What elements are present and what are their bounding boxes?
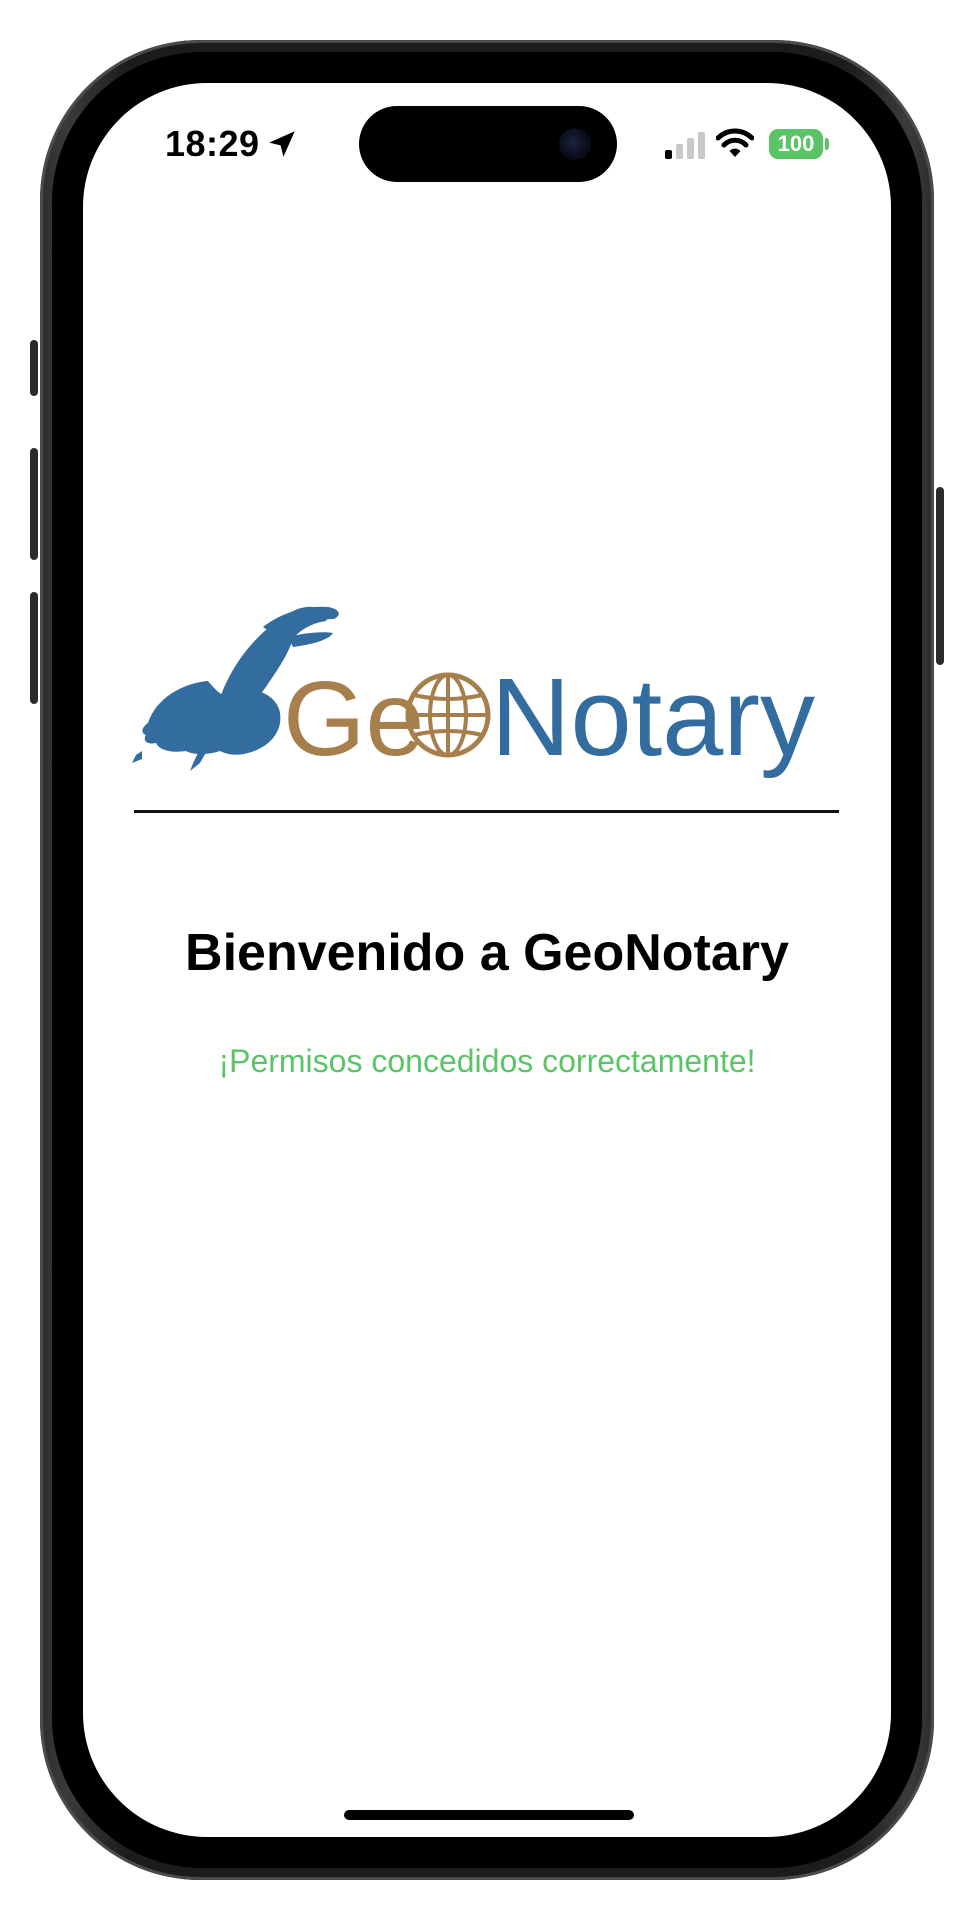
status-bar: 18:29 100 [83,83,891,203]
battery-tip [825,138,829,150]
action-button [30,340,38,396]
volume-down-button [30,592,38,704]
logo-text-geo: Ge [283,660,424,778]
geonotary-logo: Ge Notary [132,606,815,779]
volume-up-button [30,448,38,560]
globe-icon [405,672,491,758]
cellular-signal-icon [665,132,705,159]
app-screen: 18:29 100 Ge Notary Bienvenido a GeoNota… [83,83,891,1837]
power-button [936,487,944,665]
battery-icon: 100 [769,129,823,159]
dynamic-island [359,106,617,182]
logo-text-notary: Notary [491,656,815,779]
wifi-icon [716,128,754,157]
location-arrow-icon [269,131,295,157]
permissions-granted-message: ¡Permisos concedidos correctamente! [218,1043,756,1079]
front-camera [559,128,591,160]
home-indicator[interactable] [344,1810,634,1820]
status-time: 18:29 [165,123,260,164]
welcome-title: Bienvenido a GeoNotary [185,924,789,982]
battery-level: 100 [777,131,815,156]
logo-divider [134,810,839,813]
